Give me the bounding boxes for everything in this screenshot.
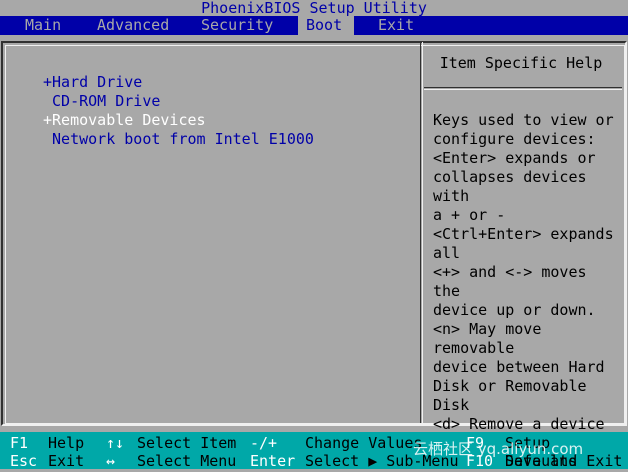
panel-divider [420, 42, 421, 423]
watermark-text: 云栖社区 yq.aliyun.com [413, 440, 584, 458]
footer-action-exit: Exit [48, 452, 85, 470]
boot-item-removable-devices[interactable]: +Removable Devices [43, 111, 314, 130]
footer-key-enter: Enter [250, 452, 296, 470]
footer-key-updown: ↑↓ [106, 434, 125, 452]
menu-main[interactable]: Main [25, 16, 61, 35]
footer-key-esc: Esc [10, 452, 38, 470]
footer-action-select-menu: Select Menu [137, 452, 237, 470]
boot-item-network-boot[interactable]: Network boot from Intel E1000 [43, 130, 314, 149]
footer-key-f1: F1 [10, 434, 29, 452]
footer-key-leftright: ↔ [106, 452, 116, 470]
help-title: Item Specific Help [439, 54, 603, 72]
footer-action-change-values: Change Values [305, 434, 423, 452]
help-text: Keys used to view or configure devices: … [433, 111, 614, 471]
footer-action-select-item: Select Item [137, 434, 237, 452]
boot-item-hard-drive[interactable]: +Hard Drive [43, 73, 314, 92]
menu-boot[interactable]: Boot [298, 16, 354, 35]
help-separator-highlight [424, 89, 622, 90]
menu-security[interactable]: Security [201, 16, 273, 35]
footer-key-minus-plus: -/+ [250, 434, 278, 452]
menu-exit[interactable]: Exit [378, 16, 414, 35]
boot-item-cdrom-drive[interactable]: CD-ROM Drive [43, 92, 314, 111]
window-title: PhoenixBIOS Setup Utility [0, 0, 628, 16]
menu-bar: Main Advanced Security Boot Exit [0, 16, 628, 35]
help-separator [424, 87, 622, 88]
panel-divider-highlight [422, 42, 423, 423]
menu-advanced[interactable]: Advanced [97, 16, 169, 35]
footer-action-help: Help [48, 434, 85, 452]
boot-order-list: +Hard Drive CD-ROM Drive +Removable Devi… [43, 73, 314, 149]
